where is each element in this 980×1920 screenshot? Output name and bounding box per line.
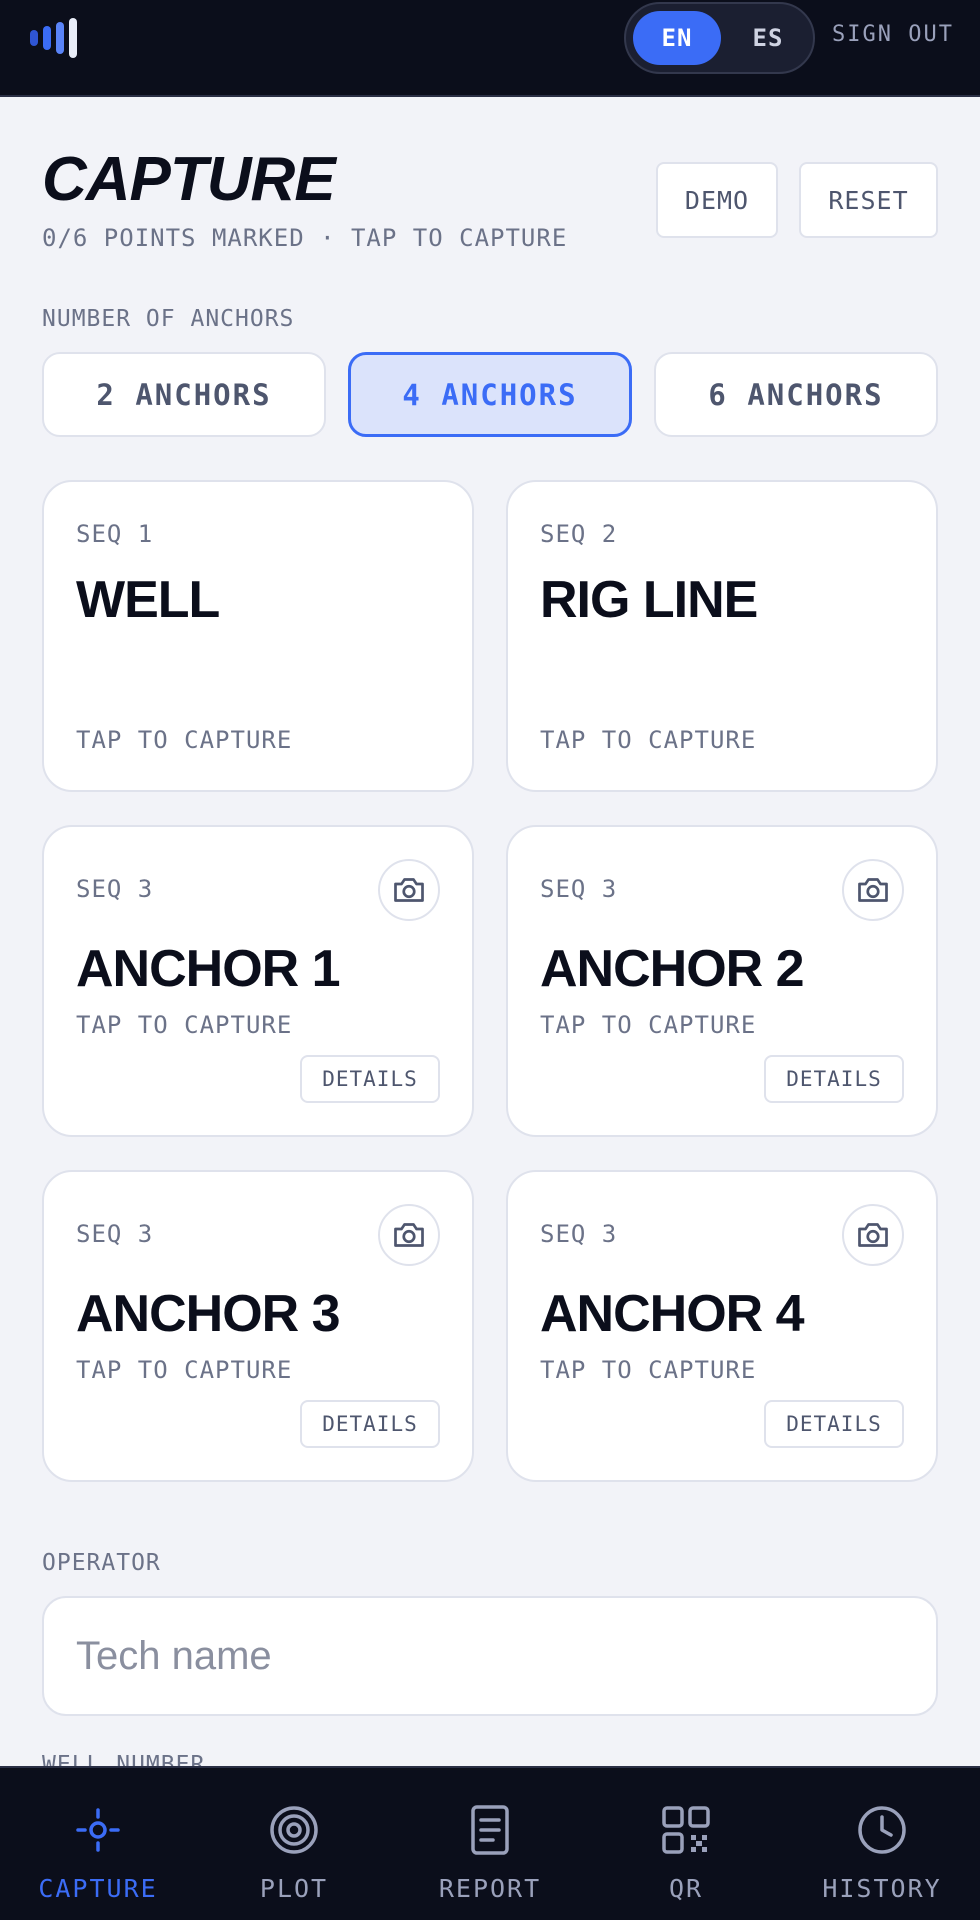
signal-bars-logo-icon	[30, 18, 77, 58]
sign-out-button[interactable]: SIGN OUT	[832, 22, 954, 56]
camera-button[interactable]	[842, 1204, 904, 1266]
nav-tab-report[interactable]: REPORT	[392, 1768, 588, 1920]
details-button[interactable]: DETAILS	[300, 1055, 440, 1103]
anchors-option-2[interactable]: 2 ANCHORS	[42, 352, 326, 437]
capture-card-anchor-4[interactable]: SEQ 3 ANCHOR 4 TAP TO CAPTURE DETAILS	[506, 1170, 938, 1482]
nav-label: QR	[668, 1874, 704, 1903]
camera-button[interactable]	[378, 859, 440, 921]
reset-button[interactable]: RESET	[799, 162, 938, 238]
card-seq: SEQ 3	[76, 875, 154, 903]
page-title: CAPTURE	[42, 145, 336, 214]
capture-card-well[interactable]: SEQ 1 WELL TAP TO CAPTURE	[42, 480, 474, 792]
crosshair-icon	[76, 1808, 120, 1852]
card-seq: SEQ 1	[76, 520, 154, 548]
nav-tab-capture[interactable]: CAPTURE	[0, 1768, 196, 1920]
card-title: ANCHOR 2	[540, 940, 805, 998]
card-status: TAP TO CAPTURE	[540, 1356, 757, 1384]
card-title: ANCHOR 1	[76, 940, 341, 998]
card-seq: SEQ 3	[76, 1220, 154, 1248]
camera-icon	[858, 1223, 888, 1247]
camera-icon	[394, 878, 424, 902]
anchors-option-4[interactable]: 4 ANCHORS	[348, 352, 632, 437]
camera-button[interactable]	[378, 1204, 440, 1266]
camera-button[interactable]	[842, 859, 904, 921]
anchors-option-6[interactable]: 6 ANCHORS	[654, 352, 938, 437]
card-title: ANCHOR 3	[76, 1285, 341, 1343]
nav-tab-qr[interactable]: QR	[588, 1768, 784, 1920]
language-toggle: EN ES	[624, 2, 815, 74]
card-seq: SEQ 2	[540, 520, 618, 548]
nav-label: CAPTURE	[38, 1874, 158, 1903]
details-button[interactable]: DETAILS	[764, 1400, 904, 1448]
operator-label: OPERATOR	[42, 1550, 161, 1576]
card-title: ANCHOR 4	[540, 1285, 805, 1343]
card-title: WELL	[76, 571, 220, 629]
top-bar: EN ES SIGN OUT	[0, 0, 980, 97]
nav-label: HISTORY	[822, 1874, 942, 1903]
card-status: TAP TO CAPTURE	[540, 726, 757, 754]
capture-card-anchor-3[interactable]: SEQ 3 ANCHOR 3 TAP TO CAPTURE DETAILS	[42, 1170, 474, 1482]
details-button[interactable]: DETAILS	[300, 1400, 440, 1448]
card-status: TAP TO CAPTURE	[76, 1356, 293, 1384]
demo-button[interactable]: DEMO	[656, 162, 778, 238]
card-title: RIG LINE	[540, 571, 758, 629]
document-icon	[471, 1805, 509, 1855]
card-status: TAP TO CAPTURE	[76, 726, 293, 754]
lang-en-button[interactable]: EN	[633, 11, 721, 65]
capture-card-anchor-1[interactable]: SEQ 3 ANCHOR 1 TAP TO CAPTURE DETAILS	[42, 825, 474, 1137]
nav-tab-history[interactable]: HISTORY	[784, 1768, 980, 1920]
camera-icon	[858, 878, 888, 902]
progress-subtitle: 0/6 POINTS MARKED · TAP TO CAPTURE	[42, 224, 568, 252]
anchors-count-label: NUMBER OF ANCHORS	[42, 306, 295, 332]
nav-label: PLOT	[259, 1874, 329, 1903]
qr-code-icon	[662, 1806, 710, 1854]
bottom-nav: CAPTURE PLOT REPORT QR HISTORY	[0, 1766, 980, 1920]
lang-es-button[interactable]: ES	[726, 11, 810, 65]
target-icon	[270, 1806, 318, 1854]
capture-card-rig-line[interactable]: SEQ 2 RIG LINE TAP TO CAPTURE	[506, 480, 938, 792]
card-seq: SEQ 3	[540, 875, 618, 903]
details-button[interactable]: DETAILS	[764, 1055, 904, 1103]
operator-name-input[interactable]	[42, 1596, 938, 1716]
nav-tab-plot[interactable]: PLOT	[196, 1768, 392, 1920]
clock-icon	[858, 1806, 906, 1854]
card-seq: SEQ 3	[540, 1220, 618, 1248]
card-status: TAP TO CAPTURE	[540, 1011, 757, 1039]
nav-label: REPORT	[438, 1874, 542, 1903]
capture-card-anchor-2[interactable]: SEQ 3 ANCHOR 2 TAP TO CAPTURE DETAILS	[506, 825, 938, 1137]
camera-icon	[394, 1223, 424, 1247]
card-status: TAP TO CAPTURE	[76, 1011, 293, 1039]
